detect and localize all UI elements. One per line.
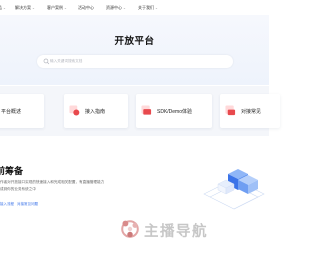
section-description: 作者对开放接口实现的快速接入和完成相关配置，有直播管理能力	[0, 180, 105, 184]
nav-item-label: 解决方案	[15, 5, 31, 10]
card-faq[interactable]: 对接常见	[220, 94, 280, 128]
nav-item-label: 资源中心	[106, 5, 122, 10]
card-label: 接入指南	[85, 109, 106, 115]
nav-item-events[interactable]: 活动中心	[78, 5, 94, 11]
card-platform-overview[interactable]: 平台概述	[0, 94, 44, 128]
watermark-logo-icon	[121, 220, 139, 238]
isometric-blocks-illustration	[203, 169, 265, 210]
section-title: 前筹备	[0, 166, 24, 176]
prep-section: 前筹备 作者对开放接口实现的快速接入和完成相关配置，有直播管理能力 成到你的业务…	[0, 136, 269, 273]
guide-icon	[69, 105, 80, 116]
chevron-down-icon: ⌄	[64, 6, 67, 10]
chevron-down-icon: ⌄	[123, 6, 126, 10]
quick-entry-cards: 平台概述 接入指南 SDK/Demo体验 对接常见	[0, 86, 280, 136]
watermark: 主播导航	[116, 216, 231, 242]
card-label: 对接常见	[241, 109, 262, 115]
card-label: SDK/Demo体验	[157, 109, 193, 115]
nav-item-cases[interactable]: 客户案例⌄	[47, 5, 67, 11]
sdk-icon	[141, 105, 152, 115]
hero-banner: 开放平台 输入关键词搜索文档	[0, 15, 269, 85]
nav-item-about[interactable]: 关于我们⌄	[138, 5, 158, 11]
nav-item-label: 客户案例	[47, 5, 63, 10]
search-placeholder: 输入关键词搜索文档	[50, 59, 83, 63]
section-description: 成到你的业务系统之中	[0, 187, 36, 191]
chevron-down-icon: ⌄	[32, 6, 35, 10]
nav-item-label: 关于我们	[138, 5, 154, 10]
card-access-guide[interactable]: 接入指南	[64, 94, 128, 128]
faq-link[interactable]: 对接常见问题	[17, 202, 38, 207]
nav-item-label: 活动中心	[78, 5, 94, 10]
nav-item-products[interactable]: 品⌄	[0, 5, 6, 11]
top-nav: 品⌄ 解决方案⌄ 客户案例⌄ 活动中心 资源中心⌄ 关于我们⌄	[0, 0, 269, 15]
card-sdk-demo[interactable]: SDK/Demo体验	[136, 94, 212, 128]
watermark-text: 主播导航	[144, 224, 208, 240]
chevron-down-icon: ⌄	[3, 6, 6, 10]
faq-icon	[225, 105, 236, 116]
nav-item-label: 品	[0, 5, 2, 10]
search-icon	[43, 58, 50, 65]
nav-item-solutions[interactable]: 解决方案⌄	[15, 5, 35, 11]
search-input[interactable]: 输入关键词搜索文档	[37, 55, 233, 68]
card-label: 平台概述	[1, 109, 22, 115]
access-process-link[interactable]: 接入流程	[0, 202, 14, 207]
page-title: 开放平台	[114, 36, 155, 47]
chevron-down-icon: ⌄	[155, 6, 158, 10]
nav-item-resources[interactable]: 资源中心⌄	[106, 5, 126, 11]
